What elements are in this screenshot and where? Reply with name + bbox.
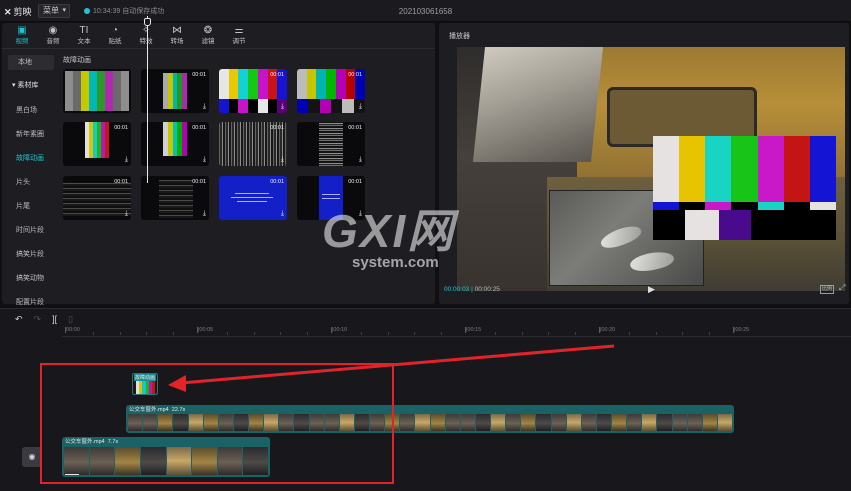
arrow-shaft <box>180 344 615 385</box>
arrow-head <box>168 375 186 392</box>
annotation-arrow <box>168 344 615 392</box>
